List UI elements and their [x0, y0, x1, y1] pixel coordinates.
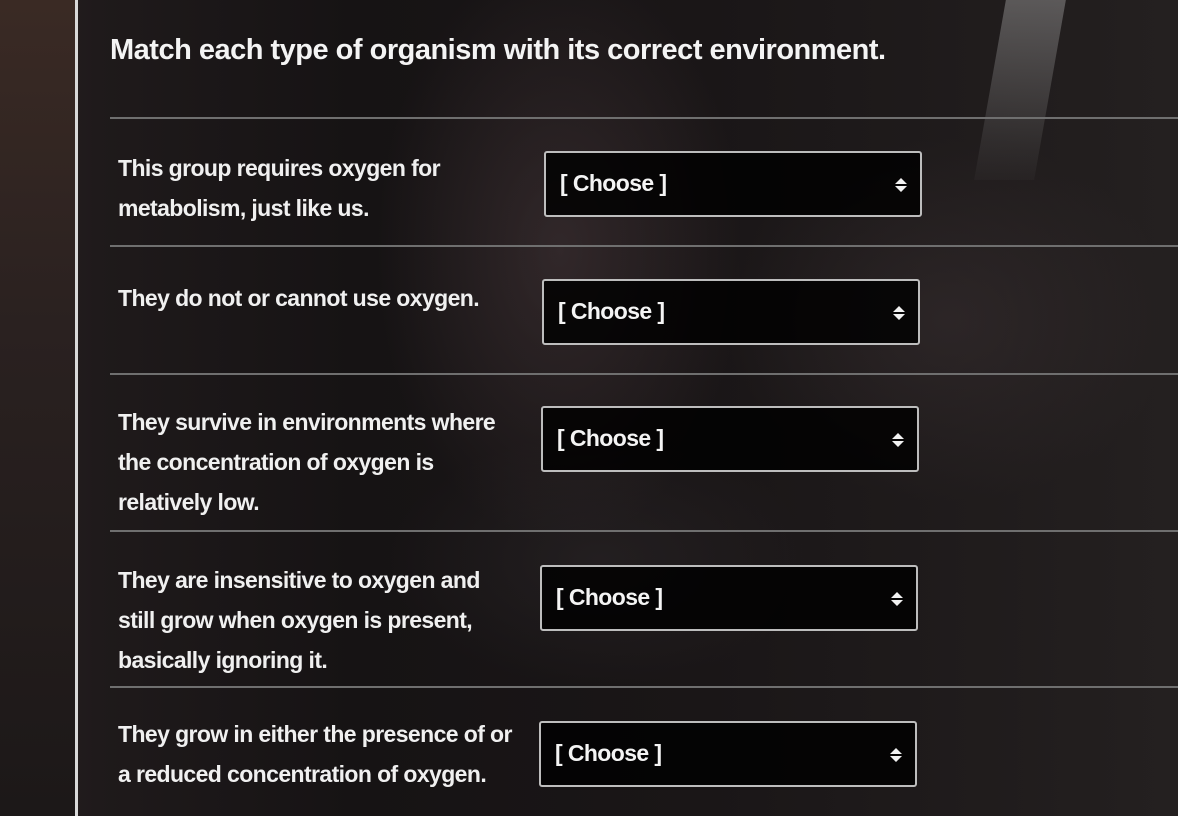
match-prompt-2: They do not or cannot use oxygen. [118, 278, 528, 318]
divider [110, 373, 1178, 375]
match-select-2-value: [ Choose ] [558, 298, 665, 324]
left-border-line [75, 0, 78, 816]
match-prompt-3-line-2: the concentration of oxygen is [118, 449, 434, 475]
match-prompt-4-line-2: still grow when oxygen is present, [118, 607, 473, 633]
match-select-3-value: [ Choose ] [557, 425, 664, 451]
up-down-chevron-icon [895, 178, 907, 192]
match-select-2[interactable]: [ Choose ] [542, 279, 920, 345]
match-prompt-2-line-1: They do not or cannot use oxygen. [118, 285, 480, 311]
divider [110, 245, 1178, 247]
match-select-4[interactable]: [ Choose ] [540, 565, 918, 631]
match-prompt-3: They survive in environments where the c… [118, 402, 528, 522]
up-down-chevron-icon [893, 306, 905, 320]
match-prompt-4: They are insensitive to oxygen and still… [118, 560, 528, 680]
match-select-1[interactable]: [ Choose ] [544, 151, 922, 217]
divider [110, 530, 1178, 532]
divider [110, 117, 1178, 119]
match-prompt-4-line-3: basically ignoring it. [118, 647, 328, 673]
up-down-chevron-icon [890, 748, 902, 762]
up-down-chevron-icon [891, 592, 903, 606]
divider [110, 686, 1178, 688]
match-select-5[interactable]: [ Choose ] [539, 721, 917, 787]
match-prompt-3-line-3: relatively low. [118, 489, 260, 515]
screen-glare [974, 0, 1066, 180]
match-prompt-5: They grow in either the presence of or a… [118, 714, 548, 794]
background-left-panel [0, 0, 76, 816]
match-select-5-value: [ Choose ] [555, 740, 662, 766]
match-prompt-5-line-1: They grow in either the presence of or [118, 721, 512, 747]
match-select-4-value: [ Choose ] [556, 584, 663, 610]
match-prompt-3-line-1: They survive in environments where [118, 409, 496, 435]
match-prompt-5-line-2: a reduced concentration of oxygen. [118, 761, 487, 787]
match-prompt-4-line-1: They are insensitive to oxygen and [118, 567, 480, 593]
match-prompt-1-line-2: metabolism, just like us. [118, 195, 369, 221]
match-select-3[interactable]: [ Choose ] [541, 406, 919, 472]
match-prompt-1: This group requires oxygen for metabolis… [118, 148, 528, 228]
question-title: Match each type of organism with its cor… [110, 34, 886, 66]
up-down-chevron-icon [892, 433, 904, 447]
match-select-1-value: [ Choose ] [560, 170, 667, 196]
match-prompt-1-line-1: This group requires oxygen for [118, 155, 441, 181]
